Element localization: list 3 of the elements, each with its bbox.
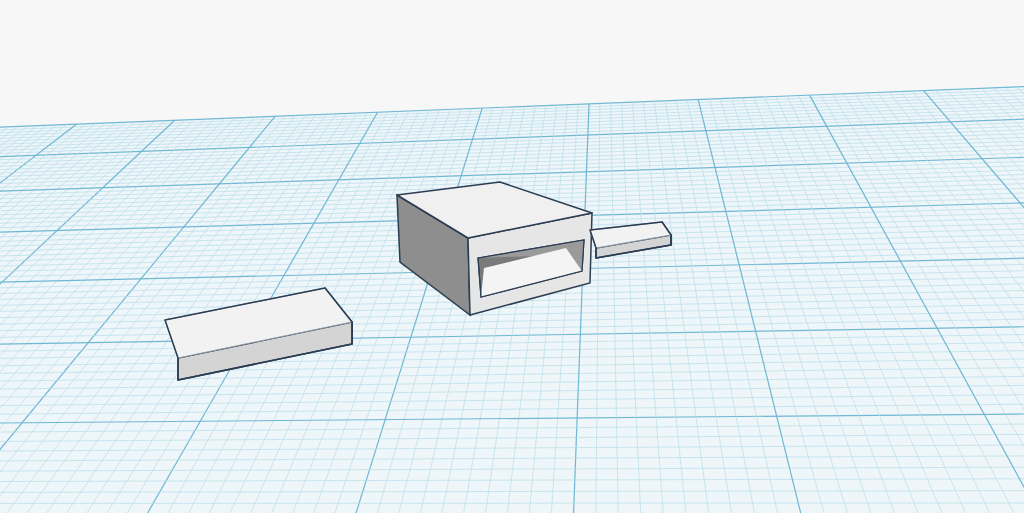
rounded-slab-shape[interactable] <box>589 221 672 259</box>
hollow-box-shape[interactable] <box>396 181 593 317</box>
rounded-slab-shape[interactable] <box>164 287 353 381</box>
